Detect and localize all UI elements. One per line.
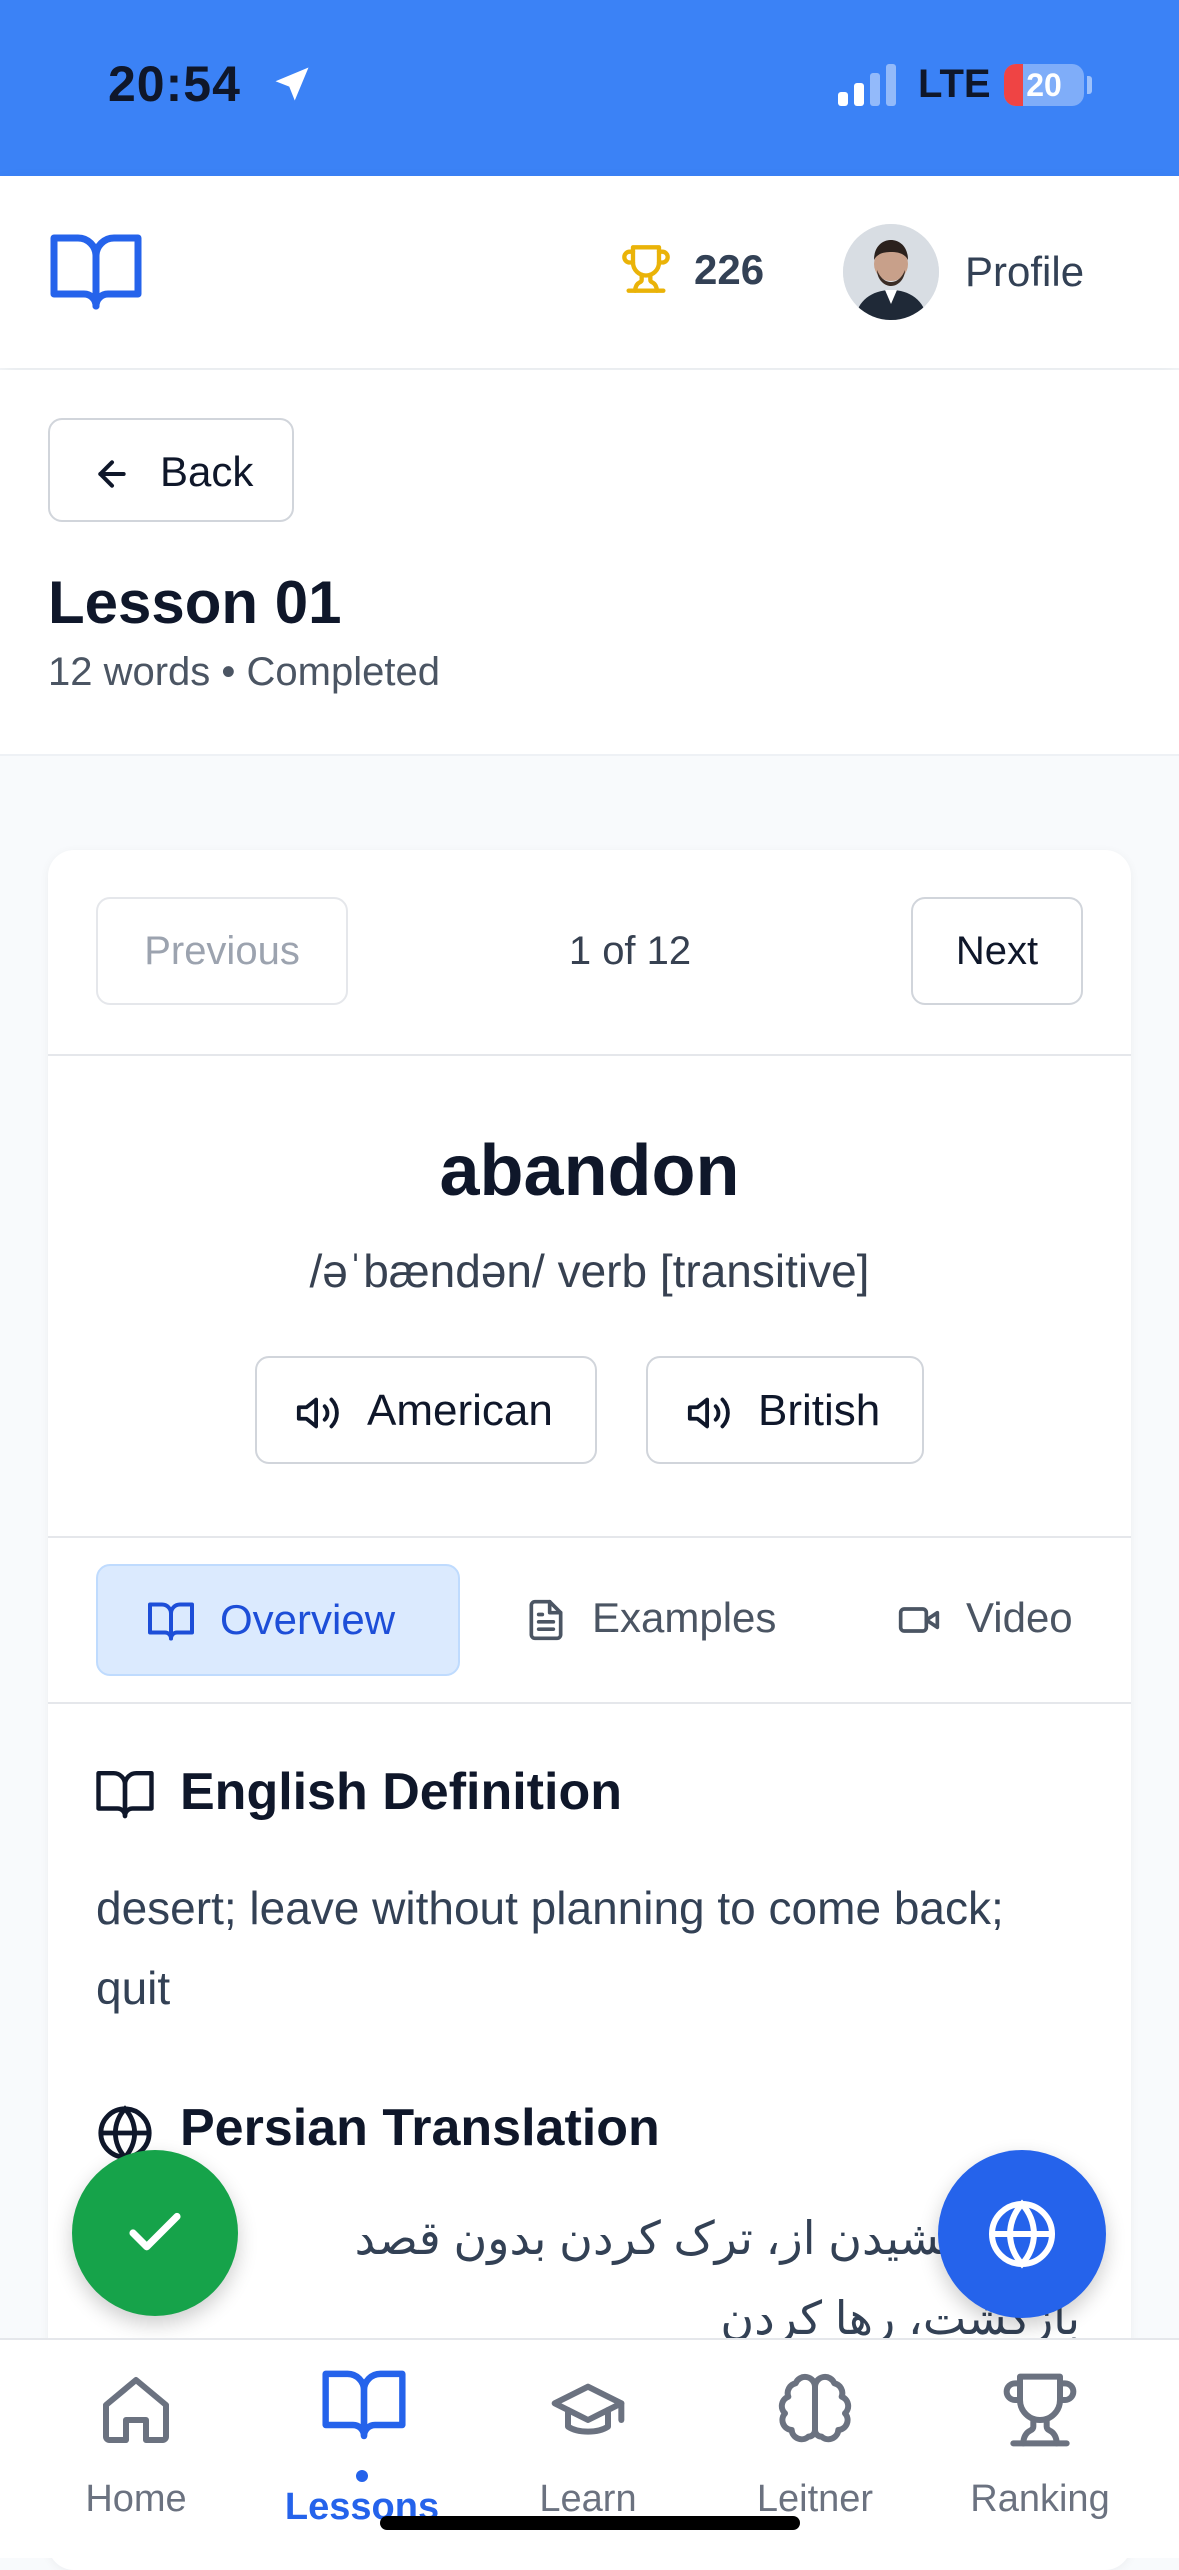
signal-icon — [838, 64, 902, 106]
profile-link[interactable]: Profile — [965, 248, 1084, 296]
active-indicator — [356, 2470, 368, 2482]
page-title: Lesson 01 — [48, 569, 342, 636]
trophy-icon — [620, 243, 672, 295]
british-audio-button[interactable]: British — [646, 1356, 924, 1464]
tab-video[interactable]: Video — [870, 1564, 1100, 1676]
battery-icon: 20 — [1004, 64, 1084, 106]
graduation-cap-icon — [548, 2370, 628, 2450]
divider — [48, 1054, 1131, 1056]
tab-overview-label: Overview — [220, 1596, 396, 1643]
book-open-icon — [96, 1768, 154, 1820]
speaker-icon — [686, 1390, 732, 1436]
divider — [48, 1702, 1131, 1704]
video-camera-icon — [894, 1598, 944, 1642]
definition-heading: English Definition — [180, 1763, 622, 1821]
speaker-icon — [295, 1390, 341, 1436]
brain-icon — [775, 2370, 855, 2450]
lesson-meta: 12 words • Completed — [48, 650, 440, 694]
next-label: Next — [955, 929, 1039, 973]
next-button[interactable]: Next — [911, 897, 1083, 1005]
definition-text: desert; leave without planning to come b… — [96, 1882, 1004, 2014]
divider — [48, 1536, 1131, 1538]
battery-cap — [1087, 76, 1092, 94]
american-label: American — [367, 1386, 553, 1435]
check-icon — [122, 2200, 188, 2266]
back-label: Back — [160, 448, 254, 495]
book-logo-icon[interactable] — [50, 230, 142, 312]
word-phonetic: /əˈbændən/ verb [transitive] — [309, 1245, 870, 1297]
network-type: LTE — [918, 62, 991, 106]
nav-leitner-label: Leitner — [756, 2478, 874, 2520]
mark-learned-button[interactable] — [72, 2150, 238, 2316]
translation-heading: Persian Translation — [180, 2099, 660, 2157]
nav-learn-label: Learn — [539, 2478, 637, 2520]
avatar[interactable] — [843, 224, 939, 320]
word-title: abandon — [439, 1131, 740, 1211]
home-icon — [96, 2370, 176, 2450]
file-text-icon — [524, 1596, 568, 1644]
word-counter: 1 of 12 — [568, 929, 692, 973]
nav-home-label: Home — [85, 2478, 187, 2520]
points-count: 226 — [694, 246, 765, 293]
location-arrow-icon — [270, 62, 314, 106]
book-icon — [322, 2366, 406, 2442]
tab-examples-label: Examples — [592, 1594, 777, 1641]
home-indicator — [380, 2516, 800, 2530]
battery-level: 20 — [1026, 67, 1062, 103]
back-button[interactable]: Back — [48, 418, 294, 522]
american-audio-button[interactable]: American — [255, 1356, 597, 1464]
arrow-left-icon — [92, 454, 132, 494]
book-open-icon — [148, 1600, 194, 1642]
nav-ranking-label: Ranking — [970, 2478, 1110, 2520]
status-time: 20:54 — [108, 56, 241, 112]
globe-icon — [986, 2198, 1058, 2270]
translate-button[interactable] — [938, 2150, 1106, 2318]
tab-examples[interactable]: Examples — [500, 1564, 820, 1676]
tab-video-label: Video — [966, 1594, 1073, 1641]
tab-overview[interactable]: Overview — [96, 1564, 460, 1676]
previous-label: Previous — [144, 929, 300, 973]
british-label: British — [758, 1386, 881, 1435]
trophy-icon — [1000, 2370, 1080, 2450]
previous-button[interactable]: Previous — [96, 897, 348, 1005]
